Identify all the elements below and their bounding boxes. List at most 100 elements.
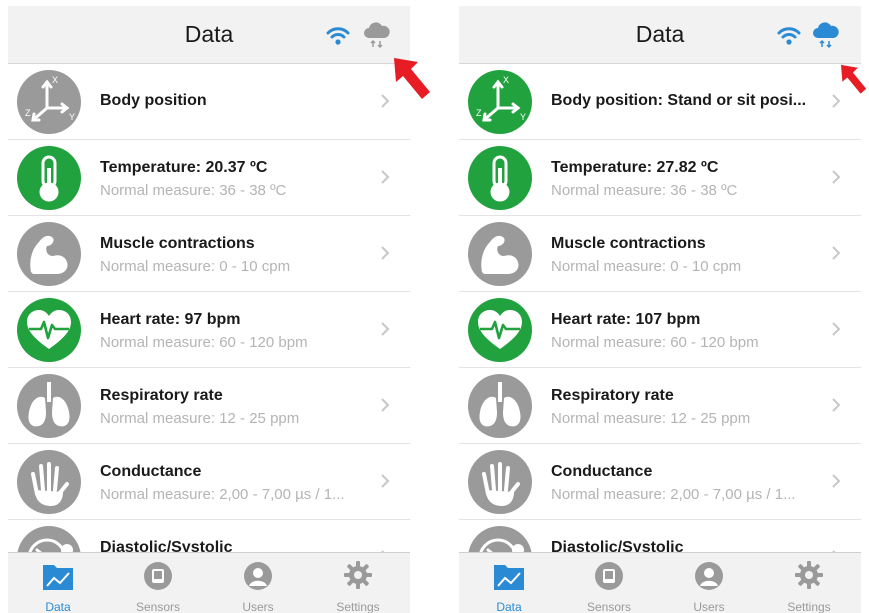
list-row-respiratory-rate[interactable]: Respiratory rate Normal measure: 12 - 25… bbox=[459, 368, 861, 444]
list-row-body-position[interactable]: X Y Z Body position bbox=[8, 64, 410, 140]
chevron-right-icon bbox=[381, 474, 390, 488]
wifi-icon bbox=[326, 27, 350, 45]
row-subtitle: Normal measure: 60 - 120 bpm bbox=[551, 334, 759, 351]
tab-settings[interactable]: Settings bbox=[759, 553, 859, 613]
tab-label: Data bbox=[45, 600, 71, 613]
row-subtitle: Normal measure: 2,00 - 7,00 µs / 1... bbox=[100, 486, 345, 503]
list-row-heart-rate[interactable]: Heart rate: 107 bpm Normal measure: 60 -… bbox=[459, 292, 861, 368]
chevron-right-icon bbox=[832, 322, 841, 336]
gear-icon bbox=[344, 561, 372, 589]
row-title: Body position bbox=[100, 92, 207, 109]
row-subtitle: Normal measure: 12 - 25 ppm bbox=[551, 410, 751, 427]
row-subtitle: Normal measure: 12 - 25 ppm bbox=[100, 410, 300, 427]
tab-label: Users bbox=[693, 600, 725, 613]
muscle-icon bbox=[468, 222, 532, 286]
row-title: Respiratory rate bbox=[100, 387, 223, 404]
chevron-right-icon bbox=[832, 474, 841, 488]
chevron-right-icon bbox=[832, 246, 841, 260]
tab-label: Sensors bbox=[586, 600, 632, 613]
cloud-shape bbox=[364, 22, 390, 38]
hand-icon bbox=[468, 450, 532, 514]
tab-users[interactable]: Users bbox=[208, 553, 308, 613]
row-subtitle: Normal measure: 60 - 120 bpm bbox=[100, 334, 308, 351]
phone-screen-left: Data X Y Z Body position Temperature: 20.3… bbox=[8, 6, 410, 613]
user-icon bbox=[695, 562, 723, 590]
red-arrow-annotation bbox=[394, 58, 430, 99]
tab-sensors[interactable]: Sensors bbox=[108, 553, 208, 613]
svg-text:X: X bbox=[52, 75, 58, 85]
chevron-right-icon bbox=[381, 322, 390, 336]
row-title: Temperature: 27.82 ºC bbox=[551, 159, 719, 176]
lungs-icon bbox=[468, 374, 532, 438]
chevron-right-icon bbox=[381, 398, 390, 412]
nav-bar: Data bbox=[8, 6, 410, 64]
row-title: Conductance bbox=[551, 463, 653, 480]
row-subtitle: Normal measure: 0 - 10 cpm bbox=[100, 258, 291, 275]
cloud-sync-icon[interactable] bbox=[811, 20, 841, 50]
hand-icon bbox=[17, 450, 81, 514]
row-title: Conductance bbox=[100, 463, 202, 480]
thermometer-icon bbox=[17, 146, 81, 210]
tab-label: Data bbox=[496, 600, 522, 613]
row-title: Body position: Stand or sit posi... bbox=[551, 92, 807, 109]
tab-label: Sensors bbox=[135, 600, 181, 613]
list-row-respiratory-rate[interactable]: Respiratory rate Normal measure: 12 - 25… bbox=[8, 368, 410, 444]
chart-folder-icon bbox=[43, 565, 73, 590]
svg-text:Z: Z bbox=[476, 108, 482, 118]
list-row-muscle[interactable]: Muscle contractions Normal measure: 0 - … bbox=[8, 216, 410, 292]
row-title: Temperature: 20.37 ºC bbox=[100, 159, 268, 176]
list-row-blood-pressure[interactable]: Diastolic/Systolic bbox=[459, 520, 861, 552]
list-row-muscle[interactable]: Muscle contractions Normal measure: 0 - … bbox=[459, 216, 861, 292]
tab-sensors[interactable]: Sensors bbox=[559, 553, 659, 613]
user-icon bbox=[244, 562, 272, 590]
row-title: Heart rate: 107 bpm bbox=[551, 311, 701, 328]
sensor-icon bbox=[144, 562, 172, 590]
sensor-data-list: X Y Z Body position Temperature: 20.37 ºC … bbox=[8, 64, 410, 552]
list-row-heart-rate[interactable]: Heart rate: 97 bpm Normal measure: 60 - … bbox=[8, 292, 410, 368]
tab-data[interactable]: Data bbox=[8, 553, 108, 613]
chevron-right-icon bbox=[832, 170, 841, 184]
tab-settings[interactable]: Settings bbox=[308, 553, 408, 613]
lungs-icon bbox=[17, 374, 81, 438]
list-row-blood-pressure[interactable]: Diastolic/Systolic bbox=[8, 520, 410, 552]
heart-icon bbox=[468, 298, 532, 362]
nav-bar: Data bbox=[459, 6, 861, 64]
tab-users[interactable]: Users bbox=[659, 553, 759, 613]
axes-icon: X Y Z bbox=[468, 70, 532, 134]
row-title: Muscle contractions bbox=[551, 235, 706, 252]
muscle-icon bbox=[17, 222, 81, 286]
row-title: Muscle contractions bbox=[100, 235, 255, 252]
row-title: Respiratory rate bbox=[551, 387, 674, 404]
list-row-temperature[interactable]: Temperature: 27.82 ºC Normal measure: 36… bbox=[459, 140, 861, 216]
axes-icon: X Y Z bbox=[17, 70, 81, 134]
row-title: Diastolic/Systolic bbox=[100, 539, 233, 552]
gauge-icon bbox=[17, 526, 81, 552]
chart-folder-icon bbox=[494, 565, 524, 590]
tab-label: Settings bbox=[336, 600, 380, 613]
svg-text:Z: Z bbox=[25, 108, 31, 118]
chevron-right-icon bbox=[381, 170, 390, 184]
tab-label: Users bbox=[242, 600, 274, 613]
svg-text:Y: Y bbox=[69, 112, 75, 122]
wifi-icon bbox=[777, 27, 801, 45]
list-row-conductance[interactable]: Conductance Normal measure: 2,00 - 7,00 … bbox=[459, 444, 861, 520]
row-title: Heart rate: 97 bpm bbox=[100, 311, 241, 328]
list-row-temperature[interactable]: Temperature: 20.37 ºC Normal measure: 36… bbox=[8, 140, 410, 216]
sensor-data-list: XYZ Body position: Stand or sit posi... … bbox=[459, 64, 861, 552]
tab-data[interactable]: Data bbox=[459, 553, 559, 613]
list-row-body-position[interactable]: X Y Z Body position: Stand or sit posi... bbox=[459, 64, 861, 140]
tab-bar: Data Sensors Users Settings bbox=[459, 552, 861, 613]
cloud-sync-icon[interactable] bbox=[362, 20, 392, 50]
cloud-shape bbox=[813, 22, 839, 38]
row-subtitle: Normal measure: 0 - 10 cpm bbox=[551, 258, 742, 275]
row-subtitle: Normal measure: 36 - 38 ºC bbox=[100, 182, 287, 199]
tab-bar: Data Sensors Users Settings bbox=[8, 552, 410, 613]
sensor-icon bbox=[595, 562, 623, 590]
row-subtitle: Normal measure: 36 - 38 ºC bbox=[551, 182, 738, 199]
gear-icon bbox=[795, 561, 823, 589]
chevron-right-icon bbox=[381, 246, 390, 260]
chevron-right-icon bbox=[832, 398, 841, 412]
list-row-conductance[interactable]: Conductance Normal measure: 2,00 - 7,00 … bbox=[8, 444, 410, 520]
row-title: Diastolic/Systolic bbox=[551, 539, 684, 552]
thermometer-icon bbox=[468, 146, 532, 210]
